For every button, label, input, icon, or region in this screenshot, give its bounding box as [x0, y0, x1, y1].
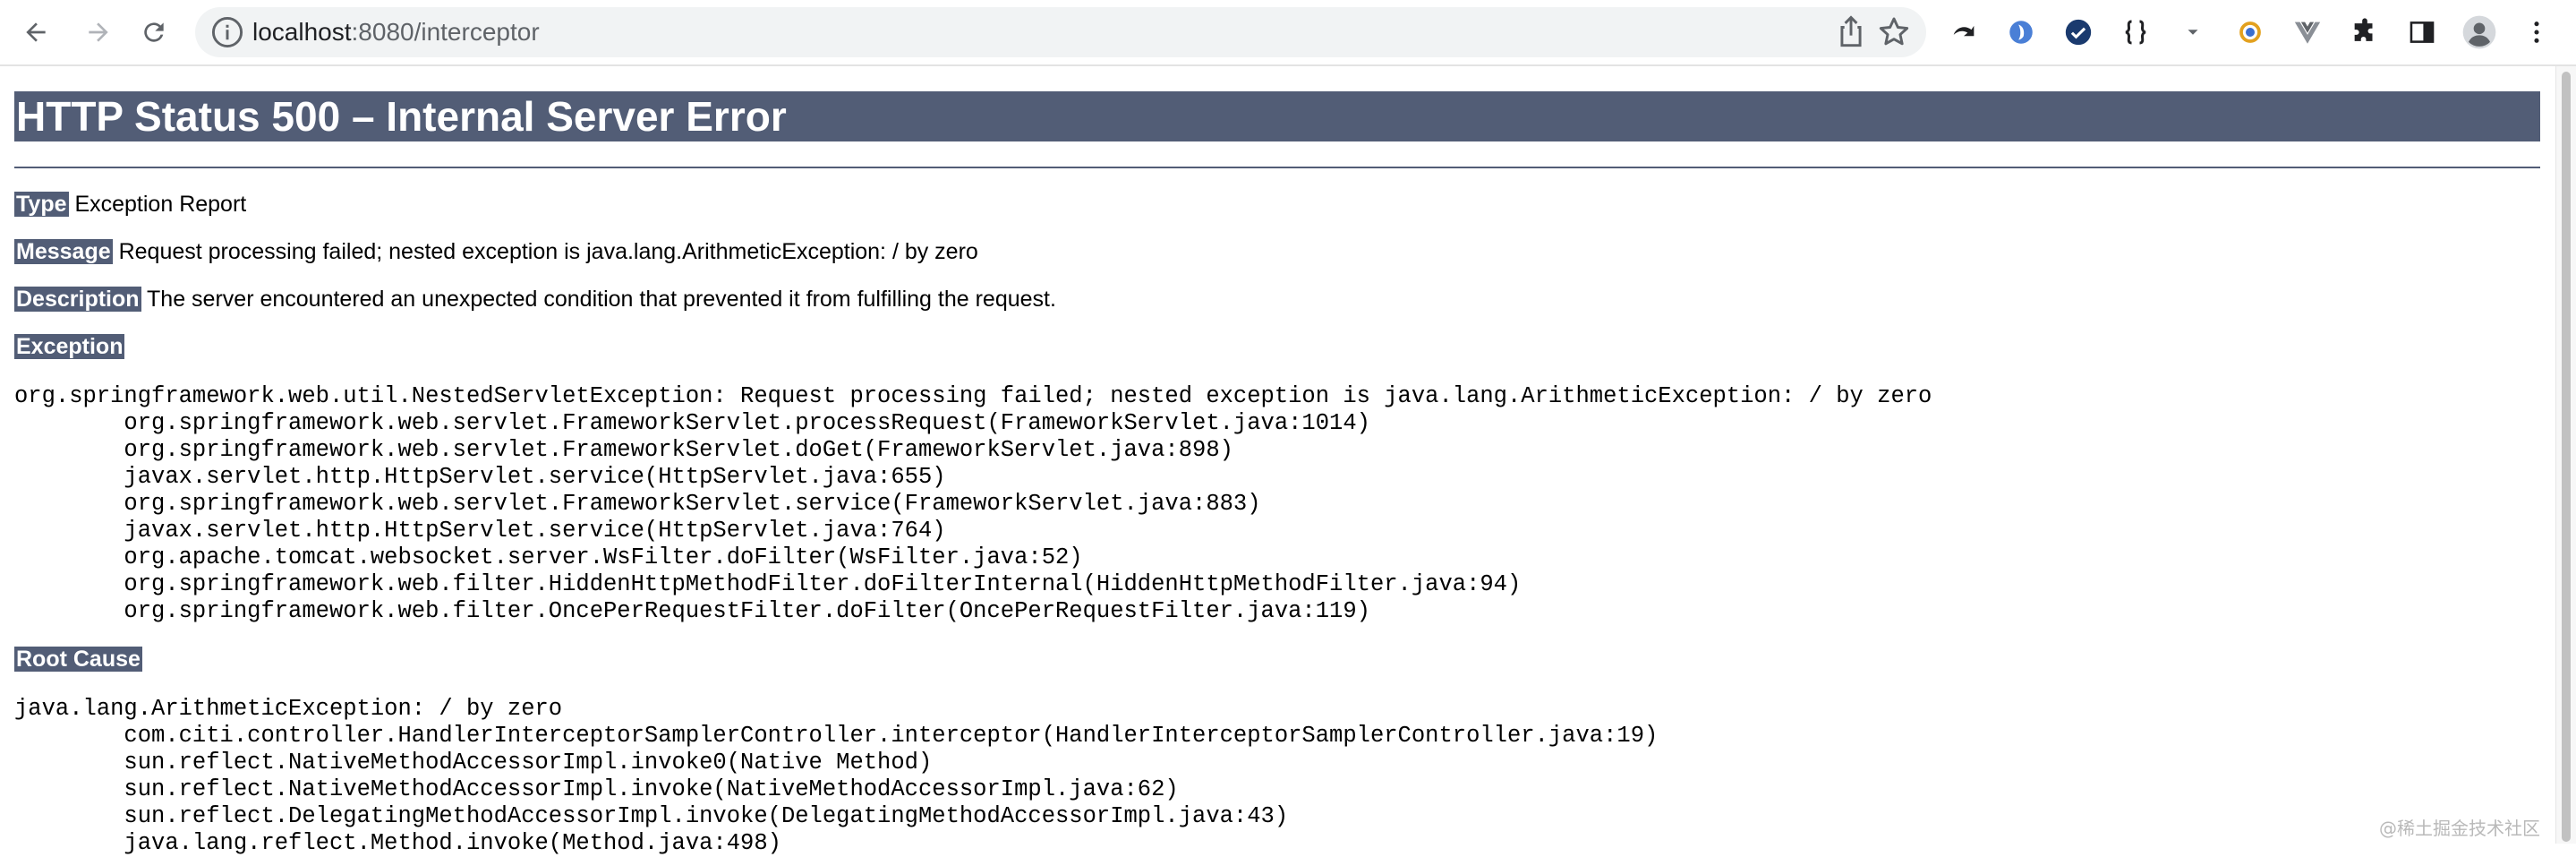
- root-cause-row: Root Cause: [14, 645, 2540, 673]
- url-host: localhost: [252, 18, 352, 46]
- message-value: Request processing failed; nested except…: [118, 239, 978, 264]
- description-row: Description The server encountered an un…: [14, 285, 2540, 313]
- description-value: The server encountered an unexpected con…: [147, 287, 1056, 312]
- address-bar[interactable]: localhost:8080/interceptor: [195, 7, 1926, 57]
- exception-label: Exception: [14, 334, 125, 359]
- vue-devtools-icon[interactable]: [2288, 13, 2327, 52]
- message-label: Message: [14, 239, 113, 264]
- reload-icon[interactable]: [134, 13, 174, 52]
- trace-line: org.springframework.web.filter.OncePerRe…: [14, 598, 1370, 624]
- root-cause-label: Root Cause: [14, 647, 142, 672]
- back-arrow-icon[interactable]: [16, 13, 55, 52]
- bookmark-star-icon[interactable]: [1874, 13, 1914, 56]
- dropdown-caret-icon[interactable]: [2173, 13, 2213, 52]
- trace-line: org.springframework.web.filter.HiddenHtt…: [14, 571, 1522, 597]
- watermark: @稀土掘金技术社区: [2379, 818, 2540, 839]
- trace-line: sun.reflect.NativeMethodAccessorImpl.inv…: [14, 750, 933, 776]
- trace-line: java.lang.ArithmeticException: / by zero: [14, 696, 563, 722]
- type-row: Type Exception Report: [14, 190, 2540, 219]
- trace-line: org.springframework.web.util.NestedServl…: [14, 383, 1932, 409]
- profile-avatar-icon[interactable]: [2460, 13, 2499, 52]
- extension-blue-icon[interactable]: [2001, 13, 2041, 52]
- type-value: Exception Report: [74, 192, 247, 217]
- trace-line: org.springframework.web.servlet.Framewor…: [14, 410, 1370, 436]
- extension-ring-icon[interactable]: [2231, 13, 2270, 52]
- trace-line: org.springframework.web.servlet.Framewor…: [14, 437, 1233, 463]
- message-row: Message Request processing failed; neste…: [14, 237, 2540, 266]
- error-page: HTTP Status 500 – Internal Server Error …: [14, 64, 2540, 857]
- divider: [14, 167, 2540, 168]
- vertical-scrollbar[interactable]: [2555, 66, 2576, 844]
- exception-row: Exception: [14, 332, 2540, 361]
- url-text[interactable]: localhost:8080/interceptor: [252, 7, 540, 57]
- trace-line: sun.reflect.NativeMethodAccessorImpl.inv…: [14, 776, 1179, 802]
- description-label: Description: [14, 287, 141, 312]
- url-path: :8080/interceptor: [351, 18, 540, 46]
- trace-line: sun.reflect.DelegatingMethodAccessorImpl…: [14, 803, 1289, 829]
- trace-line: javax.servlet.http.HttpServlet.service(H…: [14, 518, 946, 544]
- share-icon[interactable]: [1831, 13, 1871, 56]
- trace-line: org.springframework.web.servlet.Framewor…: [14, 491, 1261, 517]
- page-title: HTTP Status 500 – Internal Server Error: [14, 91, 2540, 141]
- side-panel-icon[interactable]: [2402, 13, 2442, 52]
- browser-toolbar: localhost:8080/interceptor: [0, 0, 2576, 66]
- trace-line: javax.servlet.http.HttpServlet.service(H…: [14, 464, 946, 490]
- extension-back-icon[interactable]: [1944, 13, 1983, 52]
- forward-arrow-icon[interactable]: [79, 13, 118, 52]
- trace-line: org.apache.tomcat.websocket.server.WsFil…: [14, 544, 1083, 570]
- info-icon[interactable]: [208, 13, 247, 56]
- puzzle-piece-icon[interactable]: [2345, 13, 2384, 52]
- scrollbar-thumb[interactable]: [2562, 72, 2571, 842]
- trace-line: com.citi.controller.HandlerInterceptorSa…: [14, 723, 1659, 749]
- root-cause-trace: java.lang.ArithmeticException: / by zero…: [14, 696, 2540, 857]
- exception-trace: org.springframework.web.util.NestedServl…: [14, 383, 2540, 625]
- extension-check-icon[interactable]: [2059, 13, 2098, 52]
- type-label: Type: [14, 192, 69, 217]
- kebab-menu-icon[interactable]: [2517, 13, 2556, 52]
- json-braces-icon[interactable]: [2116, 13, 2155, 52]
